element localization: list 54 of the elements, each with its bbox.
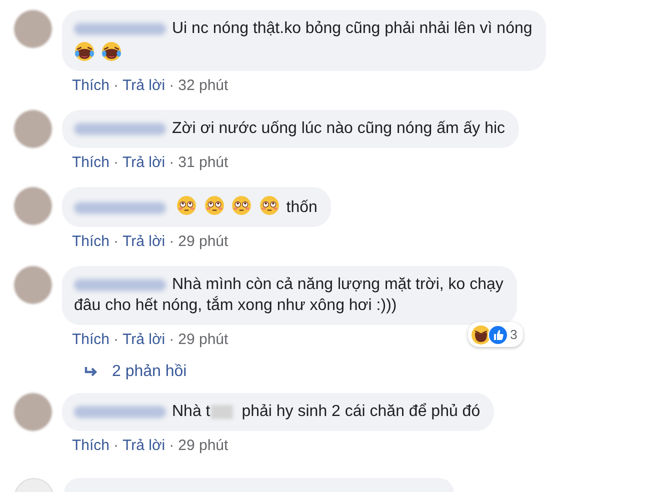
laughing-face-icon xyxy=(101,41,122,62)
separator-dot: · xyxy=(114,330,119,348)
reaction-badge[interactable]: 3 xyxy=(468,322,524,347)
blurred-name[interactable] xyxy=(74,22,166,35)
separator-dot: · xyxy=(169,154,174,170)
comment-text: Nhà t xyxy=(172,403,210,420)
flushed-face-icon xyxy=(204,195,225,216)
reply-link[interactable]: Trả lời xyxy=(122,436,166,454)
flushed-face-icon xyxy=(176,195,198,216)
flushed-face-icon xyxy=(231,195,252,216)
comment-text: Ui nc nóng thật.ko bỏng cũng phải nhải lên vì nóng xyxy=(172,20,532,37)
like-link[interactable]: Thích xyxy=(72,154,110,170)
separator-dot: · xyxy=(114,154,119,170)
comment-text: Nhà mình còn cả năng lượng mặt trời, ko chạy xyxy=(172,276,504,293)
like-link[interactable]: Thích xyxy=(72,232,110,250)
timestamp: 29 phút xyxy=(178,330,228,348)
separator-dot: · xyxy=(114,76,119,94)
like-link[interactable]: Thích xyxy=(72,330,110,348)
timestamp: 29 phút xyxy=(178,436,228,454)
laughing-face-icon xyxy=(74,41,95,62)
laughing-face-icon xyxy=(471,324,492,344)
reply-link[interactable]: Trả lời xyxy=(122,76,166,94)
separator-dot: · xyxy=(169,76,174,94)
separator-dot: · xyxy=(114,232,119,250)
avatar[interactable] xyxy=(14,266,52,304)
reply-link[interactable]: Trả lời xyxy=(122,330,166,348)
blurred-name[interactable] xyxy=(74,122,166,135)
separator-dot: · xyxy=(114,436,119,454)
reply-link[interactable]: Trả lời xyxy=(122,154,166,170)
blurred-name[interactable] xyxy=(74,202,166,214)
like-link[interactable]: Thích xyxy=(72,76,110,94)
thumbs-up-icon xyxy=(488,324,508,344)
separator-dot: · xyxy=(169,232,174,250)
comment-text: Zời ơi nước uống lúc nào cũng nóng ấm ấy hic xyxy=(172,120,506,137)
flushed-face-icon xyxy=(258,195,280,216)
avatar[interactable] xyxy=(14,187,52,225)
blurred-name[interactable] xyxy=(74,406,166,418)
avatar[interactable] xyxy=(14,393,52,431)
blurred-name[interactable] xyxy=(74,278,166,291)
view-replies-link[interactable]: 2 phản hồi xyxy=(112,363,187,381)
reply-arrow-icon xyxy=(84,366,98,378)
timestamp: 29 phút xyxy=(178,232,228,250)
timestamp: 31 phút xyxy=(178,154,228,170)
reply-link[interactable]: Trả lời xyxy=(122,232,166,250)
comment-text: thốn xyxy=(286,199,318,216)
comment-text: phải hy sinh 2 cái chăn để phủ đó xyxy=(242,403,480,420)
comment-text: đâu cho hết nóng, tắm xong như xông hơi :))) xyxy=(74,295,398,316)
avatar[interactable] xyxy=(14,10,52,48)
separator-dot: · xyxy=(169,436,174,454)
separator-dot: · xyxy=(169,330,174,348)
timestamp: 32 phút xyxy=(178,76,228,94)
avatar[interactable] xyxy=(14,110,52,148)
like-link[interactable]: Thích xyxy=(72,436,110,454)
reaction-count: 3 xyxy=(510,326,518,344)
